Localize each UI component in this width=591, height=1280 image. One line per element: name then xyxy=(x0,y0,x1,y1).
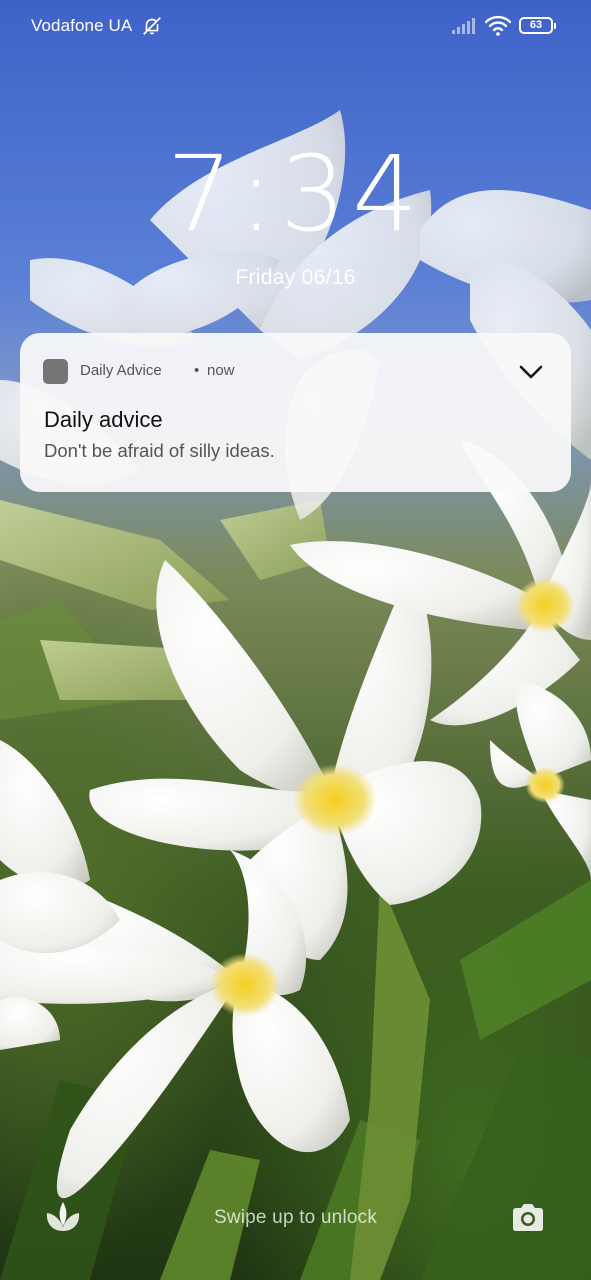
battery-level: 63 xyxy=(529,19,543,31)
chevron-down-icon[interactable] xyxy=(516,357,546,387)
notification-separator: • xyxy=(194,362,200,379)
swipe-hint: Swipe up to unlock xyxy=(213,1207,378,1228)
wifi-icon xyxy=(485,15,511,36)
signal-icon xyxy=(452,18,475,34)
lock-clock: 7:34 xyxy=(166,133,425,255)
app-icon xyxy=(43,359,68,384)
lock-date: Friday 06/16 xyxy=(235,266,356,289)
notification-title: Daily advice xyxy=(44,407,163,432)
battery-icon: 63 xyxy=(519,17,556,34)
notification-app-name: Daily Advice xyxy=(80,362,162,379)
status-bar: Vodafone UA 63 xyxy=(0,0,591,54)
bell-off-icon xyxy=(143,17,161,35)
notification-time: now xyxy=(207,362,235,379)
camera-icon[interactable] xyxy=(510,1203,546,1233)
carrier-name: Vodafone UA xyxy=(31,16,133,35)
notification-body: Don't be afraid of silly ideas. xyxy=(44,440,275,461)
notification-card[interactable]: Daily Advice • now Daily advice Don't be… xyxy=(20,333,571,492)
